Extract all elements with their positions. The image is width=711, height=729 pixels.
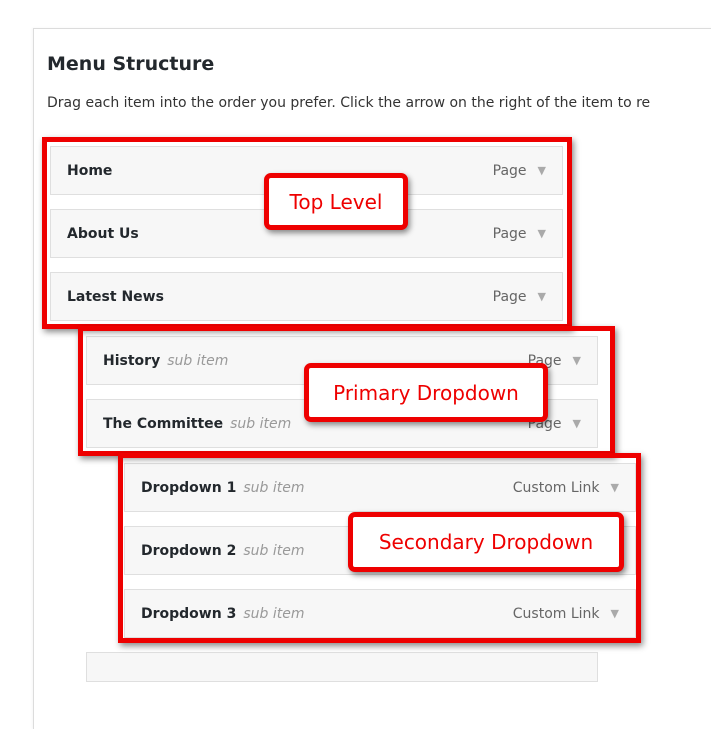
instructions-text: Drag each item into the order you prefer… bbox=[47, 95, 651, 111]
page-title: Menu Structure bbox=[47, 53, 215, 75]
top-level-highlight-frame bbox=[42, 137, 572, 329]
primary-dropdown-callout: Primary Dropdown bbox=[304, 363, 548, 422]
top-level-callout: Top Level bbox=[264, 173, 408, 230]
secondary-dropdown-callout: Secondary Dropdown bbox=[348, 512, 624, 572]
next-menu-item-edge bbox=[86, 652, 598, 682]
